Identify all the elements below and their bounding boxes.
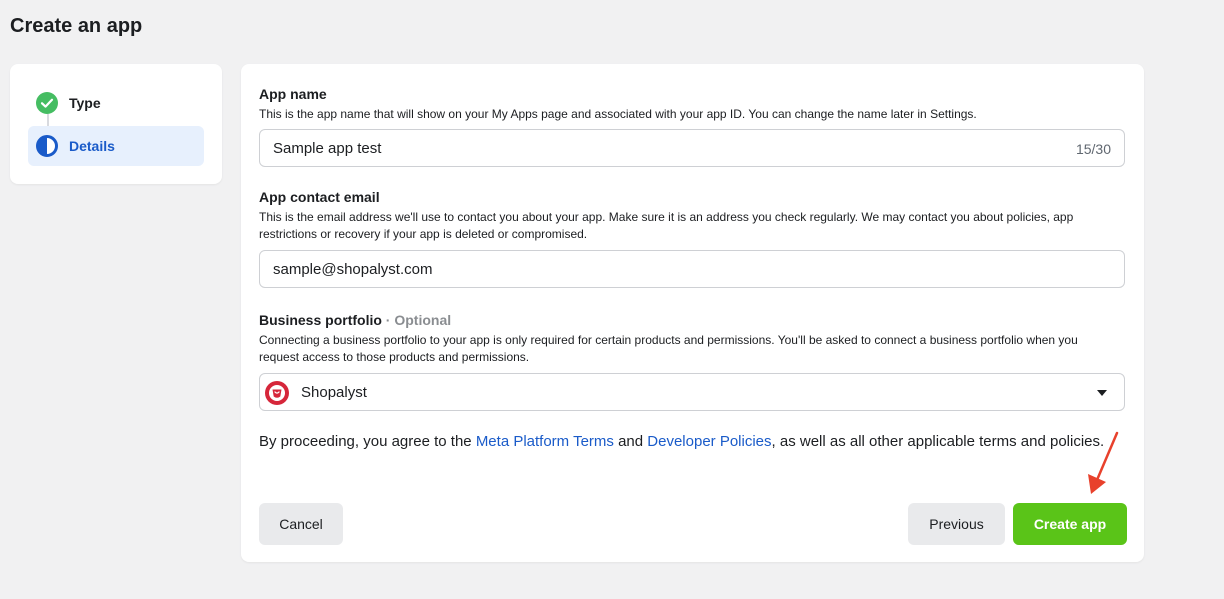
business-portfolio-label: Business portfolio · Optional <box>259 312 451 328</box>
check-circle-icon <box>36 92 58 114</box>
step-label-details: Details <box>69 138 115 154</box>
contact-email-value: sample@shopalyst.com <box>273 261 433 278</box>
annotation-arrow-icon <box>1088 431 1119 494</box>
terms-suffix: , as well as all other applicable terms … <box>771 433 1105 450</box>
step-label-type: Type <box>69 95 101 111</box>
caret-down-icon <box>1097 390 1107 396</box>
app-name-value: Sample app test <box>273 140 382 157</box>
contact-email-description: This is the email address we'll use to c… <box>259 210 1074 241</box>
contact-email-label: App contact email <box>259 189 380 205</box>
app-name-label: App name <box>259 86 327 102</box>
optional-tag: · Optional <box>385 312 452 328</box>
create-app-button[interactable]: Create app <box>1013 503 1127 545</box>
developer-policies-link[interactable]: Developer Policies <box>647 433 771 450</box>
business-portfolio-value: Shopalyst <box>301 384 367 401</box>
shopalyst-logo-icon <box>265 381 289 405</box>
business-portfolio-select[interactable]: Shopalyst <box>259 373 1125 411</box>
business-portfolio-description: Connecting a business portfolio to your … <box>259 333 1078 364</box>
app-name-input[interactable]: Sample app test 15/30 <box>259 129 1125 167</box>
terms-text: By proceeding, you agree to the Meta Pla… <box>259 430 1109 453</box>
step-type[interactable]: Type <box>28 83 204 123</box>
meta-platform-terms-link[interactable]: Meta Platform Terms <box>476 433 614 450</box>
half-circle-icon <box>36 135 58 157</box>
contact-email-input[interactable]: sample@shopalyst.com <box>259 250 1125 288</box>
previous-button[interactable]: Previous <box>908 503 1005 545</box>
app-name-description: This is the app name that will show on y… <box>259 107 977 121</box>
page-title: Create an app <box>10 15 143 37</box>
details-form: App name This is the app name that will … <box>241 64 1144 562</box>
terms-middle: and <box>613 433 648 450</box>
step-details[interactable]: Details <box>28 126 204 166</box>
terms-prefix: By proceeding, you agree to the <box>259 433 476 450</box>
business-portfolio-label-text: Business portfolio <box>259 312 382 328</box>
cancel-button[interactable]: Cancel <box>259 503 343 545</box>
character-counter: 15/30 <box>1075 141 1111 157</box>
steps-panel: Type Details <box>10 64 222 184</box>
